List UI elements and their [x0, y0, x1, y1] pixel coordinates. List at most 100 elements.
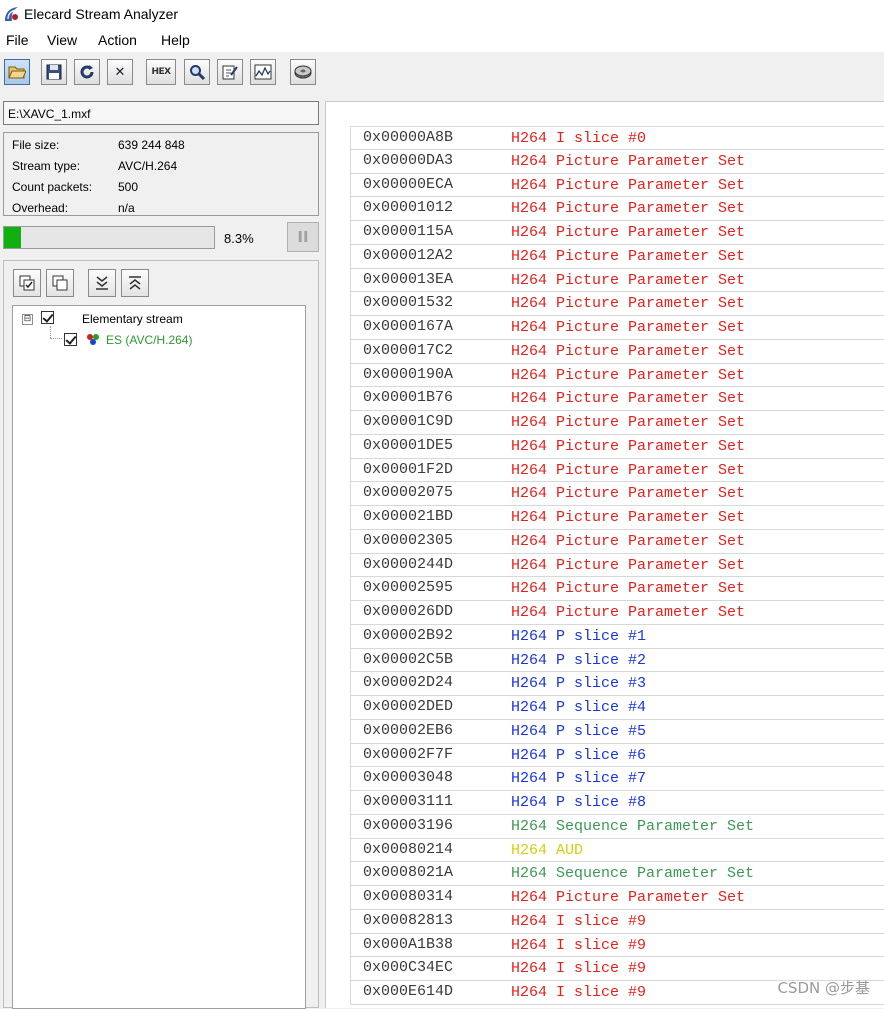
packet-list: 0x00000A8B H264 I slice #0 0x00000DA3 H264 …: [350, 126, 884, 1005]
collapse-all-button[interactable]: [121, 269, 149, 297]
packet-offset: 0x00003048: [363, 769, 454, 787]
packet-row[interactable]: 0x00003196 H264 Sequence Parameter Set: [350, 814, 884, 839]
packet-type: H264 Picture Parameter Set: [511, 176, 746, 194]
packet-type: H264 P slice #3: [511, 675, 647, 693]
packet-row[interactable]: 0x00002DED H264 P slice #4: [350, 696, 884, 720]
check-all-button[interactable]: [13, 269, 41, 297]
graph-icon: [254, 64, 272, 80]
packet-offset: 0x00001C9D: [363, 413, 454, 430]
disc-icon: [294, 65, 312, 79]
packet-row[interactable]: 0x00001C9D H264 Picture Parameter Set: [350, 411, 884, 435]
progress-percent: 8.3%: [224, 231, 254, 246]
packet-row[interactable]: 0x00080214 H264 AUD: [350, 838, 884, 863]
packet-offset: 0x00002DED: [363, 698, 454, 715]
packet-row[interactable]: 0x00002C5B H264 P slice #2: [350, 648, 884, 673]
es-stream-checkbox[interactable]: [64, 333, 77, 346]
stream-type-label: Stream type:: [12, 159, 81, 173]
packet-row[interactable]: 0x00001DE5 H264 Picture Parameter Set: [350, 434, 884, 459]
packet-type: H264 Picture Parameter Set: [511, 224, 746, 241]
packet-row[interactable]: 0x00002075 H264 Picture Parameter Set: [350, 482, 884, 506]
packet-type: H264 Picture Parameter Set: [511, 319, 746, 336]
packet-row[interactable]: 0x000012A2 H264 Picture Parameter Set: [350, 244, 884, 269]
packet-row[interactable]: 0x00001532 H264 Picture Parameter Set: [350, 292, 884, 316]
packet-row[interactable]: 0x00080314 H264 Picture Parameter Set: [350, 886, 884, 910]
packet-row[interactable]: 0x000013EA H264 Picture Parameter Set: [350, 268, 884, 293]
packet-row[interactable]: 0x000017C2 H264 Picture Parameter Set: [350, 339, 884, 364]
packet-row[interactable]: 0x00001F2D H264 Picture Parameter Set: [350, 458, 884, 483]
refresh-icon: [80, 65, 94, 79]
expand-all-icon: [96, 276, 108, 290]
packet-row[interactable]: 0x000026DD H264 Picture Parameter Set: [350, 601, 884, 625]
menu-action[interactable]: Action: [98, 32, 137, 48]
packet-offset: 0x00002305: [363, 531, 454, 549]
packet-type: H264 P slice #8: [511, 794, 647, 811]
packet-row[interactable]: 0x00002B92 H264 P slice #1: [350, 624, 884, 649]
menu-view[interactable]: View: [47, 32, 77, 48]
packet-row[interactable]: 0x00000A8B H264 I slice #0: [350, 126, 884, 150]
packet-row[interactable]: 0x00002EB6 H264 P slice #5: [350, 719, 884, 744]
packet-row[interactable]: 0x000A1B38 H264 I slice #9: [350, 933, 884, 958]
hex-icon: HEX: [151, 67, 171, 77]
packet-row[interactable]: 0x00002595 H264 Picture Parameter Set: [350, 577, 884, 601]
packet-offset: 0x000A1B38: [363, 935, 454, 953]
packet-row[interactable]: 0x00003111 H264 P slice #8: [350, 791, 884, 815]
packet-offset: 0x0000115A: [363, 223, 454, 240]
packet-offset: 0x00000A8B: [363, 129, 454, 146]
close-file-button[interactable]: ✕: [107, 59, 133, 85]
packet-row[interactable]: 0x00000DA3 H264 Picture Parameter Set: [350, 149, 884, 174]
hex-view-button[interactable]: HEX: [146, 59, 176, 85]
pause-button[interactable]: II: [287, 222, 319, 252]
packet-type: H264 Picture Parameter Set: [511, 247, 746, 265]
packet-offset: 0x00000ECA: [363, 175, 454, 193]
progress-fill: [4, 227, 22, 248]
packet-row[interactable]: 0x00002305 H264 Picture Parameter Set: [350, 529, 884, 554]
tree-root-label[interactable]: Elementary stream: [82, 312, 183, 326]
close-icon: ✕: [114, 64, 126, 80]
tree-connector-h: [50, 338, 62, 340]
packet-row[interactable]: 0x00082813 H264 I slice #9: [350, 909, 884, 934]
search-button[interactable]: [184, 59, 210, 85]
file-info-panel: File size: 639 244 848 Stream type: AVC/…: [3, 132, 319, 216]
file-path-field[interactable]: E:\XAVC_1.mxf: [3, 101, 319, 125]
uncheck-all-button[interactable]: [46, 269, 74, 297]
packet-row[interactable]: 0x0000167A H264 Picture Parameter Set: [350, 316, 884, 340]
collapse-toggle[interactable]: ⊟: [22, 314, 33, 325]
elementary-stream-checkbox[interactable]: [41, 311, 54, 324]
expand-all-button[interactable]: [88, 269, 116, 297]
packet-type: H264 Sequence Parameter Set: [511, 817, 755, 835]
packet-row[interactable]: 0x00000ECA H264 Picture Parameter Set: [350, 173, 884, 198]
packet-row[interactable]: 0x0000244D H264 Picture Parameter Set: [350, 553, 884, 578]
open-button[interactable]: [4, 59, 30, 85]
packet-row[interactable]: 0x00002D24 H264 P slice #3: [350, 672, 884, 696]
packet-type: H264 P slice #2: [511, 651, 647, 669]
packet-offset: 0x00001532: [363, 294, 454, 312]
packet-row[interactable]: 0x0000115A H264 Picture Parameter Set: [350, 221, 884, 245]
packet-type: H264 I slice #9: [511, 984, 647, 1001]
packet-offset: 0x000012A2: [363, 246, 454, 264]
packet-row[interactable]: 0x00001012 H264 Picture Parameter Set: [350, 197, 884, 221]
menu-file[interactable]: File: [6, 32, 29, 48]
packet-row[interactable]: 0x00003048 H264 P slice #7: [350, 767, 884, 791]
packet-type: H264 Picture Parameter Set: [511, 532, 746, 550]
packet-row[interactable]: 0x00001B76 H264 Picture Parameter Set: [350, 387, 884, 411]
packet-row[interactable]: 0x00002F7F H264 P slice #6: [350, 743, 884, 768]
packet-offset: 0x00002C5B: [363, 650, 454, 668]
tree-child-label[interactable]: ES (AVC/H.264): [106, 333, 192, 347]
menu-help[interactable]: Help: [161, 32, 190, 48]
overhead-label: Overhead:: [12, 201, 69, 215]
graph-button[interactable]: [250, 59, 276, 85]
packet-row[interactable]: 0x0000190A H264 Picture Parameter Set: [350, 363, 884, 388]
tree-connector: [50, 326, 52, 338]
packet-row[interactable]: 0x000021BD H264 Picture Parameter Set: [350, 506, 884, 530]
stream-tree-panel: ⊟ Elementary stream ES (AVC/H.264): [3, 260, 319, 1009]
overhead-value: n/a: [118, 201, 135, 215]
packet-type: H264 Picture Parameter Set: [511, 390, 746, 408]
packet-row[interactable]: 0x0008021A H264 Sequence Parameter Set: [350, 862, 884, 886]
packet-offset: 0x000E614D: [363, 983, 454, 1000]
packet-offset: 0x00002EB6: [363, 721, 454, 739]
packet-offset: 0x00082813: [363, 911, 454, 929]
edit-button[interactable]: [217, 59, 243, 85]
disc-button[interactable]: [290, 59, 316, 85]
refresh-button[interactable]: [74, 59, 100, 85]
save-button[interactable]: [41, 59, 67, 85]
